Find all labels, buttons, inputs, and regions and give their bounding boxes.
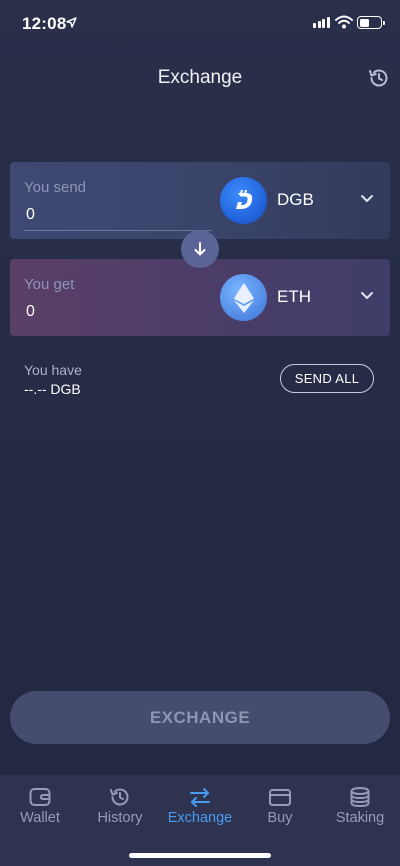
send-input-underline [24, 230, 212, 231]
cellular-signal-icon [313, 17, 330, 28]
exchange-button[interactable]: EXCHANGE [10, 691, 390, 744]
wallet-icon [29, 788, 51, 806]
ethereum-icon[interactable] [220, 274, 267, 321]
chevron-down-icon[interactable] [360, 291, 374, 300]
status-bar: 12:08 [0, 0, 400, 46]
balance-label: You have [24, 362, 82, 378]
chevron-down-icon[interactable] [360, 194, 374, 203]
arrow-down-icon [194, 242, 206, 256]
nav-item-exchange[interactable]: Exchange [160, 775, 240, 835]
digibyte-icon[interactable] [220, 177, 267, 224]
exchange-icon [190, 788, 210, 807]
nav-label-staking: Staking [335, 810, 385, 826]
history-icon [110, 788, 129, 806]
nav-label-exchange: Exchange [167, 810, 233, 826]
nav-item-wallet[interactable]: Wallet [0, 775, 80, 835]
nav-label-history: History [97, 810, 143, 826]
send-amount-input[interactable]: 0 [26, 206, 35, 224]
swap-button[interactable] [181, 230, 219, 268]
page-title: Exchange [157, 67, 243, 88]
get-coin-name[interactable]: ETH [277, 287, 311, 307]
home-indicator[interactable] [129, 853, 271, 858]
send-all-button[interactable]: SEND ALL [280, 364, 374, 393]
send-coin-name[interactable]: DGB [277, 190, 314, 210]
location-arrow-icon [66, 17, 77, 28]
battery-icon [357, 16, 385, 29]
get-label: You get [24, 276, 75, 293]
status-time: 12:08 [22, 14, 67, 33]
get-amount: 0 [26, 303, 35, 320]
card-icon [269, 789, 291, 806]
send-label: You send [24, 179, 87, 196]
nav-item-buy[interactable]: Buy [240, 775, 320, 835]
nav-item-history[interactable]: History [80, 775, 160, 835]
send-card: You send 0 DGB [10, 162, 390, 239]
nav-item-staking[interactable]: Staking [320, 775, 400, 835]
get-card: You get 0 ETH [10, 259, 390, 336]
balance-value: --.-- DGB [24, 381, 81, 397]
history-icon[interactable] [367, 66, 391, 90]
nav-label-wallet: Wallet [20, 810, 60, 826]
nav-label-buy: Buy [267, 810, 293, 826]
coins-stack-icon [350, 787, 370, 808]
wifi-icon [335, 15, 353, 29]
